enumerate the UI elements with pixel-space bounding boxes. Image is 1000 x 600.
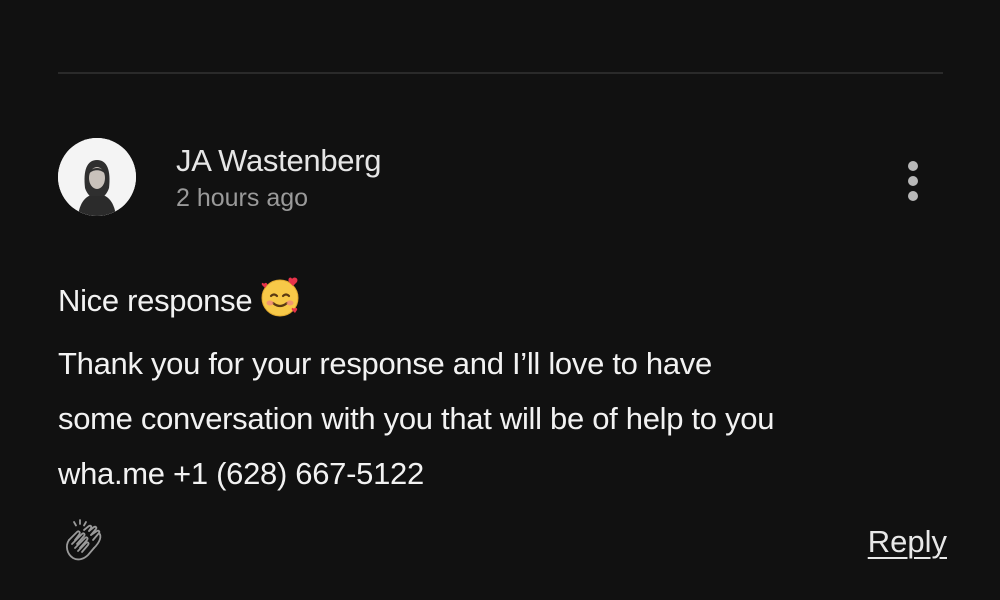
comment-timestamp: 2 hours ago xyxy=(176,184,309,212)
comment-body: Nice response Thank you for your respons… xyxy=(58,273,958,501)
more-options-button[interactable] xyxy=(896,158,930,204)
section-divider xyxy=(58,72,943,74)
comment-line: some conversation with you that will be … xyxy=(58,401,775,436)
comment-line: Thank you for your response and I’ll lov… xyxy=(58,346,712,381)
clap-button[interactable] xyxy=(60,518,106,564)
person-portrait-icon xyxy=(58,138,136,216)
comment-line: wha.me +1 (628) 667-5122 xyxy=(58,456,424,491)
comment-header: JA Wastenberg 2 hours ago xyxy=(176,142,381,214)
more-vertical-icon xyxy=(908,161,918,201)
comment-line-text: Nice response xyxy=(58,283,253,318)
comment-line: Nice response xyxy=(58,273,958,336)
author-name[interactable]: JA Wastenberg xyxy=(176,142,381,180)
smiling-face-with-hearts-icon xyxy=(258,275,302,336)
avatar[interactable] xyxy=(58,138,136,216)
clap-icon xyxy=(66,519,102,561)
reply-button[interactable]: Reply xyxy=(868,522,947,562)
